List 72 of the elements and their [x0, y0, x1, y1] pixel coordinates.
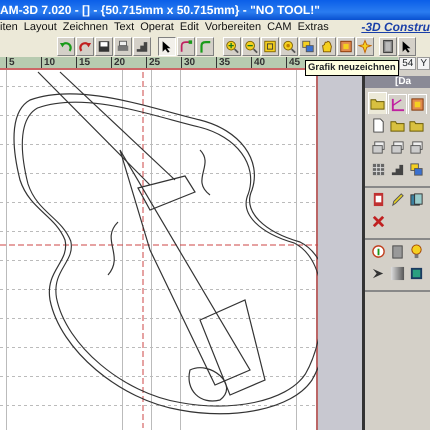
- panel-tab[interactable]: [388, 94, 407, 114]
- layers-icon: [409, 162, 424, 177]
- panel-tool-button[interactable]: [371, 140, 386, 155]
- magnifier-icon: [282, 38, 296, 54]
- menu-item[interactable]: Zeichnen: [62, 20, 112, 35]
- panel-tool-button[interactable]: [390, 140, 405, 155]
- panel-tool-button[interactable]: [390, 266, 405, 281]
- ruler-label: 40: [251, 57, 266, 68]
- panel-tab[interactable]: [408, 94, 427, 114]
- corner-line-icon: [198, 38, 212, 54]
- panel-tool-button[interactable]: [409, 192, 424, 207]
- menu-item[interactable]: iten: [0, 20, 21, 35]
- menu-item[interactable]: Text: [114, 20, 138, 35]
- page-icon: [371, 192, 386, 207]
- ruler-label: 20: [111, 57, 126, 68]
- layers-icon: [301, 38, 315, 54]
- bulb-icon: [409, 244, 424, 259]
- panel-tool-button[interactable]: [409, 162, 424, 177]
- sheet-icon: [390, 244, 405, 259]
- stairs-icon: [390, 162, 405, 177]
- hand-icon: [320, 38, 334, 54]
- ruler-label: 15: [76, 57, 90, 68]
- tooltip: Grafik neuzeichnen: [305, 60, 399, 76]
- menu-item[interactable]: Layout: [24, 20, 60, 35]
- ruler-label: 10: [41, 57, 56, 68]
- framed-square-icon: [263, 38, 277, 54]
- menu-item[interactable]: CAM: [267, 20, 295, 35]
- stacked-pages-icon: [409, 140, 424, 155]
- brand-link[interactable]: -3D Constru: [361, 20, 430, 35]
- cards-icon: [409, 192, 424, 207]
- panel-tool-button[interactable]: [390, 192, 405, 207]
- printer-icon: [116, 38, 130, 54]
- document-icon: [371, 118, 386, 133]
- window-title: AM-3D 7.020 - [] - {50.715mm x 50.715mm} - "NO TOOL!": [0, 0, 430, 20]
- menu-item[interactable]: Vorbereiten: [204, 20, 264, 35]
- ruler-label: 45: [286, 57, 300, 68]
- ruler-label: 25: [146, 57, 160, 68]
- angle-icon: [390, 97, 405, 112]
- panel-header: [Da: [365, 76, 430, 88]
- panel-tool-button[interactable]: [390, 162, 405, 177]
- menu-item[interactable]: Edit: [180, 20, 202, 35]
- picture-icon: [409, 266, 424, 281]
- menu-item[interactable]: Extras: [298, 20, 332, 35]
- framed-square-icon: [410, 97, 425, 112]
- door-icon: [381, 38, 395, 54]
- panel-tool-button[interactable]: [371, 192, 386, 207]
- x-mark-icon: [371, 214, 386, 229]
- curve-node-icon: [179, 38, 193, 54]
- panel-tab[interactable]: [368, 92, 387, 114]
- panel-tool-button[interactable]: [390, 244, 405, 259]
- panel-tool-button[interactable]: [409, 266, 424, 281]
- framed-square-icon: [339, 38, 353, 54]
- stacked-pages-icon: [390, 140, 405, 155]
- menu-item[interactable]: Operat: [140, 20, 177, 35]
- toolbar-button[interactable]: [158, 36, 176, 56]
- info-circle-icon: [371, 244, 386, 259]
- coordinate-field: 54: [399, 57, 416, 70]
- ruler-label: 35: [216, 57, 230, 68]
- stacked-pages-icon: [371, 140, 386, 155]
- panel-tool-button[interactable]: [371, 244, 386, 259]
- ruler-label: 30: [181, 57, 196, 68]
- magnifier-minus-icon: [244, 38, 258, 54]
- panel-tool-button[interactable]: [409, 140, 424, 155]
- coordinate-field: Y: [417, 57, 430, 70]
- magnifier-plus-icon: [225, 38, 239, 54]
- sparkle-icon: [358, 38, 372, 54]
- grid-page-icon: [371, 162, 386, 177]
- panel-tool-button[interactable]: [409, 244, 424, 259]
- gradient-square-icon: [390, 266, 405, 281]
- ruler-label: 5: [6, 57, 15, 68]
- pencil-icon: [390, 192, 405, 207]
- panel-tool-button[interactable]: [371, 118, 386, 133]
